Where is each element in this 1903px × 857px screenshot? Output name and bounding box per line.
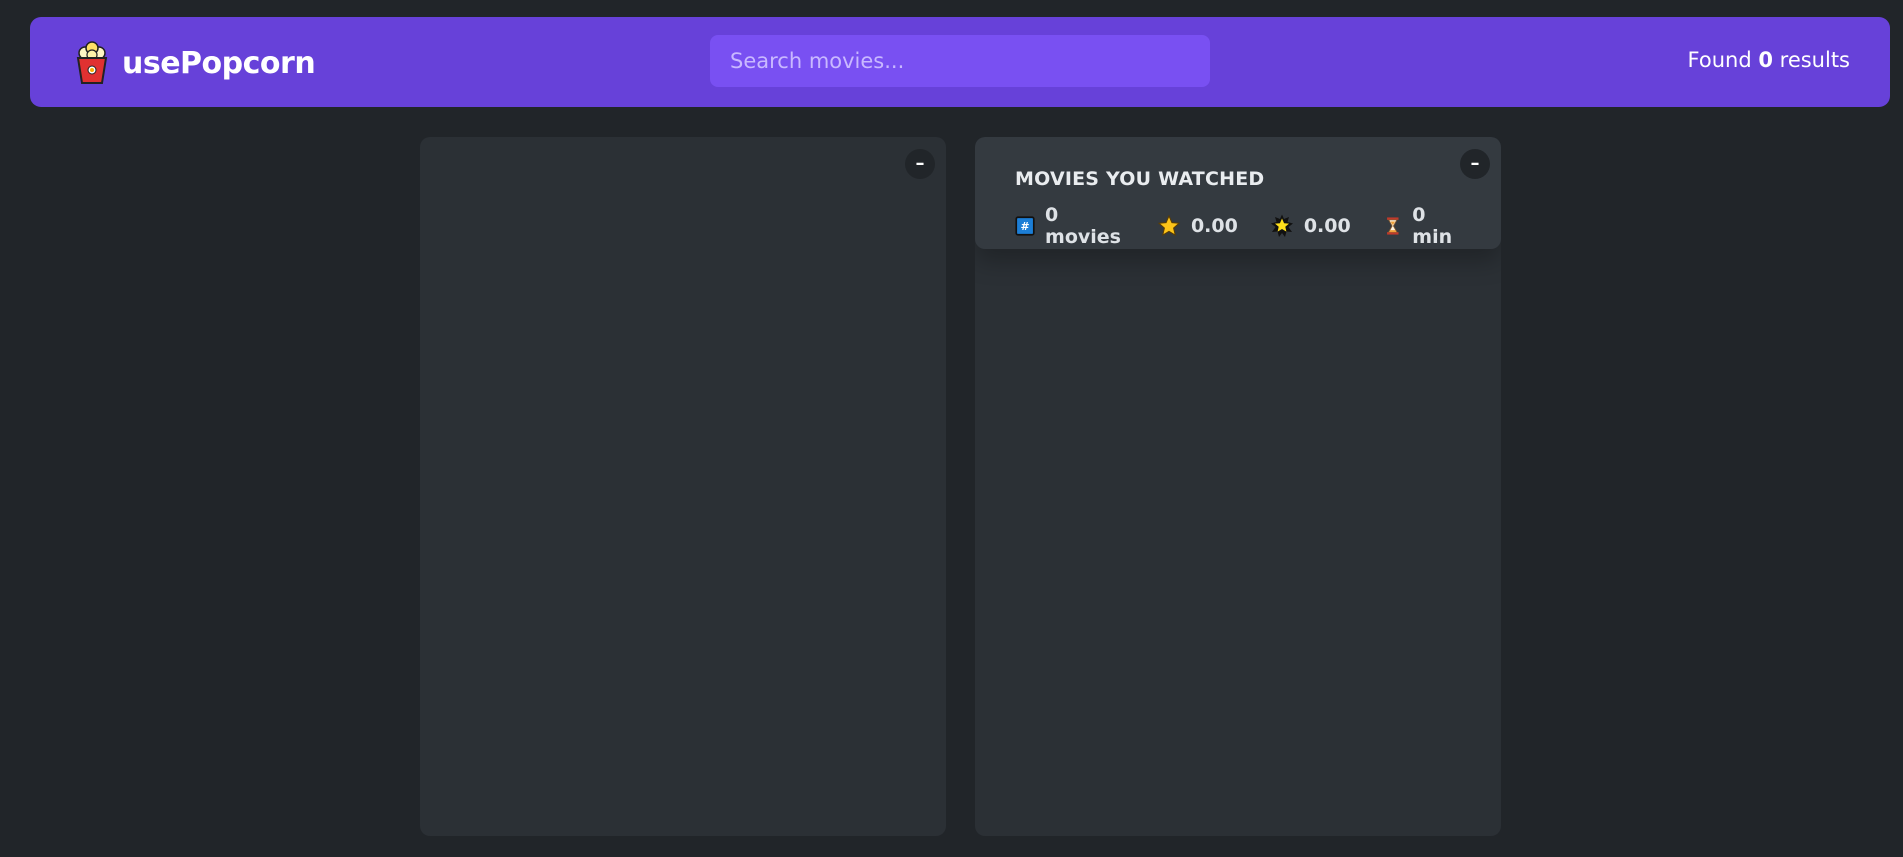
watched-summary: Movies you watched # 0 movies 0.00 [975, 137, 1501, 249]
app-name: usePopcorn [122, 45, 316, 81]
stat-imdb-rating-value: 0.00 [1190, 215, 1238, 237]
stat-runtime: 0 min [1383, 204, 1461, 248]
glowing-star-icon [1270, 214, 1293, 237]
logo: usePopcorn [74, 41, 316, 85]
results-suffix: results [1772, 48, 1850, 72]
search-input[interactable] [710, 35, 1210, 87]
results-count: Found 0 results [1688, 48, 1850, 72]
stat-movie-count-value: 0 movies [1045, 204, 1121, 248]
search-results-box: – [420, 137, 946, 836]
stat-runtime-value: 0 min [1412, 204, 1453, 248]
stat-user-rating: 0.00 [1270, 214, 1351, 238]
svg-text:#: # [1020, 220, 1029, 233]
stat-imdb-rating: 0.00 [1157, 214, 1238, 238]
popcorn-icon [76, 41, 108, 84]
results-number: 0 [1758, 48, 1773, 72]
stat-user-rating-value: 0.00 [1303, 215, 1351, 237]
star-icon [1157, 214, 1181, 237]
stat-movie-count: # 0 movies [1015, 204, 1125, 248]
collapse-watched-button[interactable]: – [1460, 149, 1490, 179]
collapse-results-button[interactable]: – [905, 149, 935, 179]
summary-stats: # 0 movies 0.00 0.00 0 min [1015, 204, 1461, 248]
hash-icon: # [1015, 216, 1035, 236]
watched-box: – Movies you watched # 0 movies 0.00 [975, 137, 1501, 836]
summary-title: Movies you watched [1015, 168, 1265, 190]
navbar: usePopcorn Found 0 results [30, 17, 1890, 107]
hourglass-icon [1386, 217, 1399, 235]
results-prefix: Found [1687, 48, 1759, 72]
